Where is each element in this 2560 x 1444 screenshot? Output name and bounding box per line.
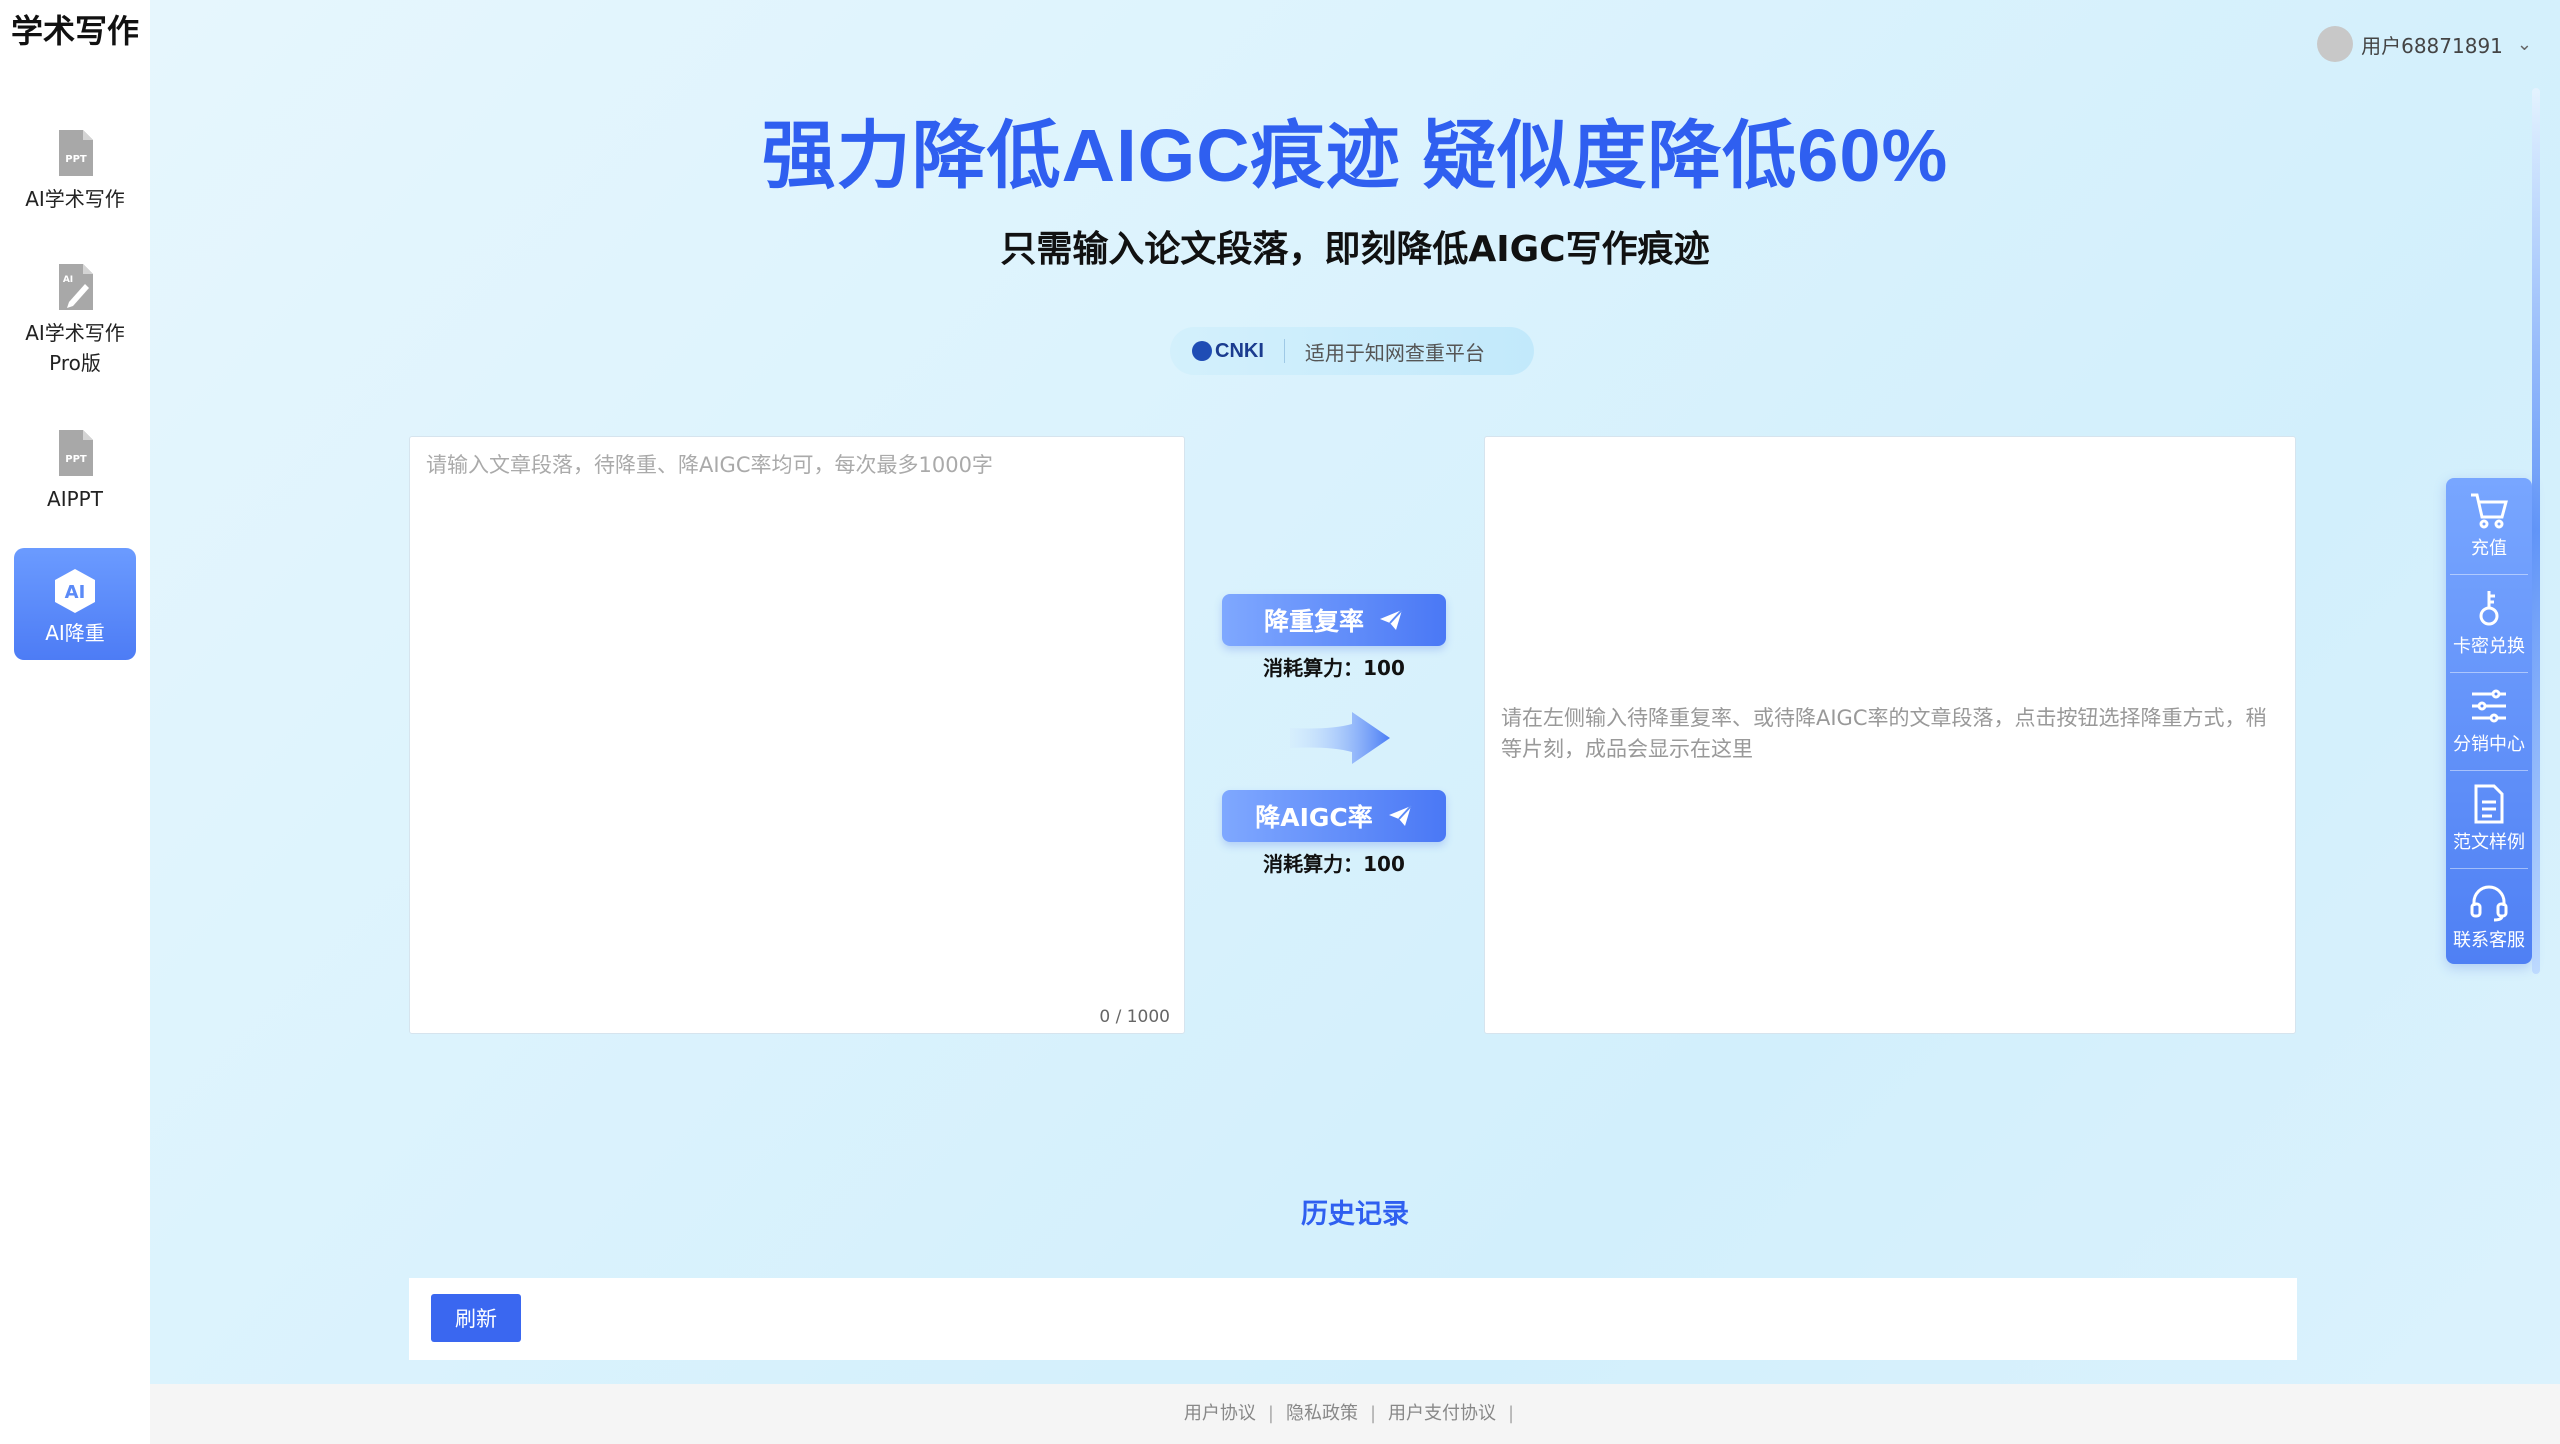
ai-hexagon-icon: AI [55, 569, 95, 613]
article-input[interactable] [410, 437, 1184, 1033]
sidebar-item-label: AI学术写作 [25, 187, 125, 211]
payment-agreement-link[interactable]: 用户支付协议 [1388, 1403, 1496, 1424]
sliders-icon [2472, 689, 2506, 723]
send-icon [1380, 609, 1403, 630]
page-title: 强力降低AIGC痕迹 疑似度降低60% [761, 114, 1949, 197]
svg-text:AI: AI [65, 582, 86, 603]
brand-logo: 学术写作 [10, 12, 139, 50]
svg-text:PPT: PPT [65, 154, 87, 165]
platform-text: 适用于知网查重平台 [1304, 340, 1485, 365]
ai-edit-icon: AI [59, 264, 93, 310]
sidebar-item-aippt[interactable]: PPT AIPPT [14, 428, 136, 528]
svg-text:AI: AI [63, 275, 73, 285]
card-redeem-button[interactable]: 卡密兑换 [2446, 576, 2532, 672]
platform-badge: CNKI 适用于知网查重平台 [1170, 327, 1534, 375]
output-panel: 请在左侧输入待降重复率、或待降AIGC率的文章段落，点击按钮选择降重方式，稍等片… [1484, 436, 2296, 1034]
scrollbar[interactable] [2532, 88, 2540, 974]
sidebar-item-label: AIPPT [47, 487, 103, 511]
recharge-button[interactable]: 充值 [2446, 478, 2532, 574]
sidebar-item-ai-academic-writing-pro[interactable]: AI AI学术写作Pro版 [14, 262, 136, 392]
cost-label: 消耗算力：100 [1263, 852, 1405, 876]
char-counter: 0 / 1000 [1099, 1007, 1170, 1027]
ppt-file-icon: PPT [59, 430, 93, 476]
svg-text:PPT: PPT [65, 454, 87, 465]
footer: 用户协议 | 隐私政策 | 用户支付协议 | [150, 1384, 2560, 1444]
refresh-button[interactable]: 刷新 [431, 1294, 521, 1342]
key-icon [2479, 591, 2499, 626]
reduce-aigc-button[interactable]: 降AIGC率 [1222, 790, 1446, 842]
cart-icon [2471, 493, 2508, 529]
avatar [2317, 26, 2354, 62]
floating-toolbar: 充值 卡密兑换 分销中心 范文样例 联系客服 [2446, 478, 2532, 964]
ppt-file-icon: PPT [59, 130, 93, 176]
document-icon [2474, 784, 2504, 824]
username: 用户68871891 [2361, 33, 2503, 58]
history-title: 历史记录 [1301, 1199, 1409, 1230]
sample-essays-button[interactable]: 范文样例 [2446, 772, 2532, 868]
user-menu[interactable]: 用户68871891 ⌄ [2317, 26, 2532, 62]
arrow-right-icon [1290, 712, 1390, 764]
sidebar-item-label: AI学术写作Pro版 [25, 321, 125, 375]
cnki-logo: CNKI [1192, 340, 1264, 363]
input-panel: 0 / 1000 [409, 436, 1185, 1034]
privacy-policy-link[interactable]: 隐私政策 [1286, 1403, 1358, 1424]
sidebar-item-ai-academic-writing[interactable]: PPT AI学术写作 [14, 128, 136, 228]
reduce-duplicate-button[interactable]: 降重复率 [1222, 594, 1446, 646]
headset-icon [2470, 885, 2508, 922]
sidebar: 学术写作 PPT AI学术写作 AI AI学术写作Pro版 PPT AI PPT … [0, 0, 150, 1444]
customer-service-button[interactable]: 联系客服 [2446, 870, 2532, 966]
user-agreement-link[interactable]: 用户协议 [1184, 1403, 1256, 1424]
distribution-center-button[interactable]: 分销中心 [2446, 674, 2532, 770]
chevron-down-icon: ⌄ [2516, 33, 2532, 55]
sidebar-item-ai-reduce[interactable]: AI AI降重 [14, 548, 136, 660]
page-subtitle: 只需输入论文段落，即刻降低AIGC写作痕迹 [1000, 229, 1710, 270]
cost-label: 消耗算力：100 [1263, 656, 1405, 680]
output-hint: 请在左侧输入待降重复率、或待降AIGC率的文章段落，点击按钮选择降重方式，稍等片… [1501, 706, 2267, 761]
sidebar-item-label: AI降重 [45, 621, 105, 645]
history-panel: 刷新 [409, 1278, 2297, 1360]
send-icon [1388, 805, 1412, 826]
